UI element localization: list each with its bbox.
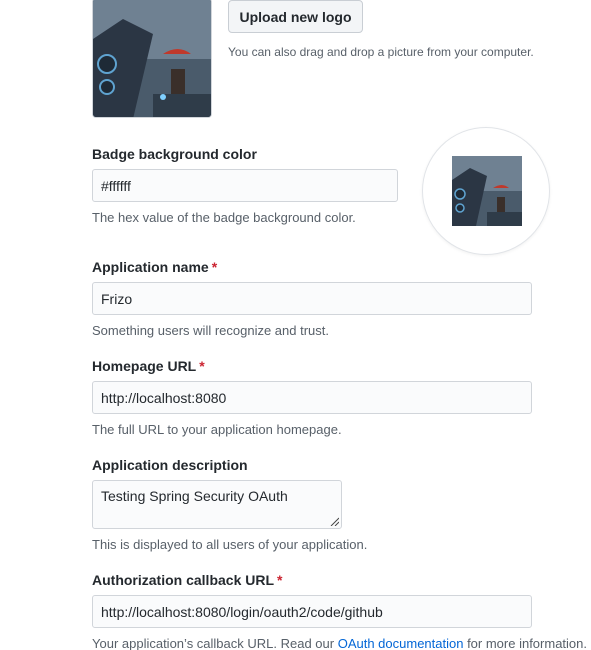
resize-grip-icon[interactable] [329, 516, 339, 526]
callback-url-label-text: Authorization callback URL [92, 572, 275, 588]
app-description-value: Testing Spring Security OAuth [101, 488, 288, 504]
badge-color-label-text: Badge background color [92, 146, 257, 162]
robot-illustration-icon [93, 0, 211, 117]
badge-color-input[interactable]: #ffffff [92, 169, 398, 202]
badge-preview [422, 127, 550, 255]
app-description-label-text: Application description [92, 457, 248, 473]
oauth-documentation-link[interactable]: OAuth documentation [338, 636, 464, 650]
homepage-url-label: Homepage URL * [92, 358, 205, 374]
badge-color-label: Badge background color [92, 146, 257, 162]
homepage-url-label-text: Homepage URL [92, 358, 197, 374]
badge-color-note: The hex value of the badge background co… [92, 210, 356, 225]
callback-url-note-suffix: for more information. [463, 636, 587, 650]
app-name-note: Something users will recognize and trust… [92, 323, 330, 338]
callback-url-label: Authorization callback URL * [92, 572, 282, 588]
badge-logo-image [452, 156, 522, 226]
app-logo-image [92, 0, 212, 118]
app-description-label: Application description [92, 457, 248, 473]
robot-illustration-small-icon [452, 156, 522, 226]
callback-url-note-text: Your application’s callback URL. Read ou… [92, 636, 338, 650]
drag-drop-hint: You can also drag and drop a picture fro… [228, 45, 534, 59]
app-name-label-text: Application name [92, 259, 209, 275]
app-name-input[interactable]: Frizo [92, 282, 532, 315]
upload-logo-button[interactable]: Upload new logo [228, 0, 363, 33]
app-description-note: This is displayed to all users of your a… [92, 537, 368, 552]
required-asterisk: * [277, 572, 283, 588]
app-name-label: Application name * [92, 259, 217, 275]
callback-url-note: Your application’s callback URL. Read ou… [92, 636, 587, 650]
callback-url-input[interactable]: http://localhost:8080/login/oauth2/code/… [92, 595, 532, 628]
required-asterisk: * [199, 358, 205, 374]
homepage-url-note: The full URL to your application homepag… [92, 422, 342, 437]
homepage-url-input[interactable]: http://localhost:8080 [92, 381, 532, 414]
required-asterisk: * [211, 259, 218, 275]
app-description-textarea[interactable]: Testing Spring Security OAuth [92, 480, 342, 529]
